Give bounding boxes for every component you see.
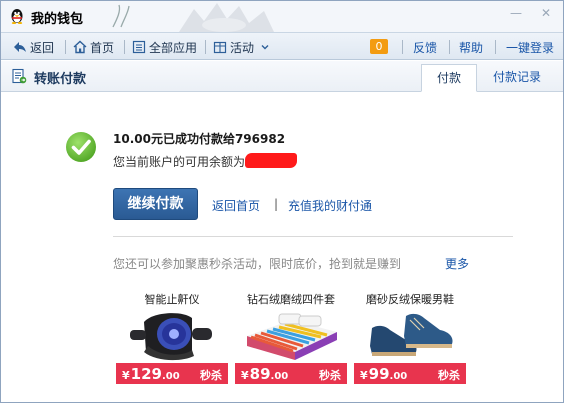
price-tag: ¥89.00 秒杀 [235, 363, 347, 384]
transfer-document-icon [12, 68, 27, 84]
toolbar-divider [124, 40, 125, 54]
back-arrow-icon [14, 42, 26, 52]
all-apps-label: 全部应用 [149, 40, 198, 55]
link-separator: | [274, 197, 279, 211]
title-decoration-art [179, 3, 274, 32]
product-card[interactable]: 钻石绒磨绒四件套 ¥89.00 秒杀 [235, 291, 347, 385]
flash-sale-label: 秒杀 [319, 369, 341, 382]
divider [113, 236, 513, 237]
chevron-down-icon [261, 45, 269, 50]
recharge-link[interactable]: 充值我的财付通 [288, 197, 372, 214]
product-name: 磨砂反绒保暖男鞋 [366, 293, 454, 306]
qq-penguin-icon [11, 9, 23, 24]
wallet-window: 我的钱包 — ✕ 返回 首页 全部应用 活动 0 反馈 帮助 一键登录 转账付款… [0, 0, 564, 403]
home-label: 首页 [90, 40, 115, 55]
section-title: 转账付款 [34, 72, 87, 87]
product-card[interactable]: 磨砂反绒保暖男鞋 ¥99.00 秒杀 [354, 291, 466, 385]
activity-label: 活动 [230, 40, 255, 55]
balance-label: 您当前账户的可用余额为 [113, 155, 246, 169]
back-button[interactable]: 返回 [13, 39, 54, 55]
section-header: 转账付款 付款 付款记录 [1, 61, 563, 92]
minimize-button[interactable]: — [509, 7, 523, 19]
flash-sale-label: 秒杀 [438, 369, 460, 382]
tab-payment[interactable]: 付款 [421, 64, 477, 92]
promo-text: 您还可以参加聚惠秒杀活动，限时底价，抢到就是赚到 [113, 257, 402, 271]
payment-success-message: 10.00元已成功付款给796982 [113, 132, 286, 146]
title-bar: 我的钱包 — ✕ [1, 1, 563, 32]
back-label: 返回 [30, 40, 55, 55]
feedback-link[interactable]: 反馈 [413, 39, 437, 56]
home-icon [73, 40, 87, 54]
mens-shoes-image [370, 313, 453, 356]
tab-payment-history[interactable]: 付款记录 [487, 64, 547, 92]
product-name: 钻石绒磨绒四件套 [247, 293, 335, 306]
toolbar-divider [449, 40, 450, 54]
price: ¥129.00 [122, 365, 180, 383]
help-link[interactable]: 帮助 [459, 39, 483, 56]
toolbar: 返回 首页 全部应用 活动 0 反馈 帮助 一键登录 [1, 32, 563, 60]
product-card[interactable]: 智能止鼾仪 ¥129.00 秒杀 [116, 291, 228, 385]
close-button[interactable]: ✕ [539, 7, 553, 19]
apps-list-icon [132, 40, 146, 54]
back-home-link[interactable]: 返回首页 [212, 197, 260, 214]
activity-grid-icon [213, 41, 227, 54]
toolbar-divider [402, 40, 403, 54]
quick-login-link[interactable]: 一键登录 [506, 39, 554, 56]
more-link[interactable]: 更多 [445, 255, 469, 272]
feather-decoration-icon [112, 4, 130, 28]
flash-sale-label: 秒杀 [200, 369, 222, 382]
price-tag: ¥99.00 秒杀 [354, 363, 466, 384]
toolbar-divider [495, 40, 496, 54]
toolbar-divider [205, 40, 206, 54]
activity-dropdown[interactable]: 活动 [213, 39, 270, 55]
toolbar-divider [65, 40, 66, 54]
notification-badge[interactable]: 0 [370, 39, 388, 54]
continue-payment-button[interactable]: 继续付款 [113, 188, 198, 220]
home-button[interactable]: 首页 [73, 39, 114, 55]
bedding-set-image [247, 313, 337, 360]
snore-device-image [130, 313, 212, 361]
window-title: 我的钱包 [31, 12, 84, 27]
price: ¥99.00 [360, 365, 408, 383]
all-apps-button[interactable]: 全部应用 [132, 39, 197, 55]
product-name: 智能止鼾仪 [144, 293, 200, 306]
success-check-icon [66, 132, 96, 162]
price-tag: ¥129.00 秒杀 [116, 363, 228, 384]
balance-redaction [245, 153, 297, 168]
price: ¥89.00 [241, 365, 289, 383]
